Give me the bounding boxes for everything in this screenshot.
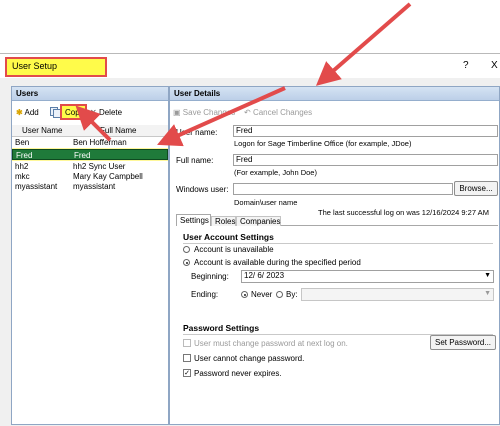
arrow-to-copy	[75, 105, 112, 142]
arrow-to-selected-row	[157, 86, 286, 147]
arrow-to-title	[315, 2, 412, 86]
annotation-arrows	[75, 2, 412, 147]
